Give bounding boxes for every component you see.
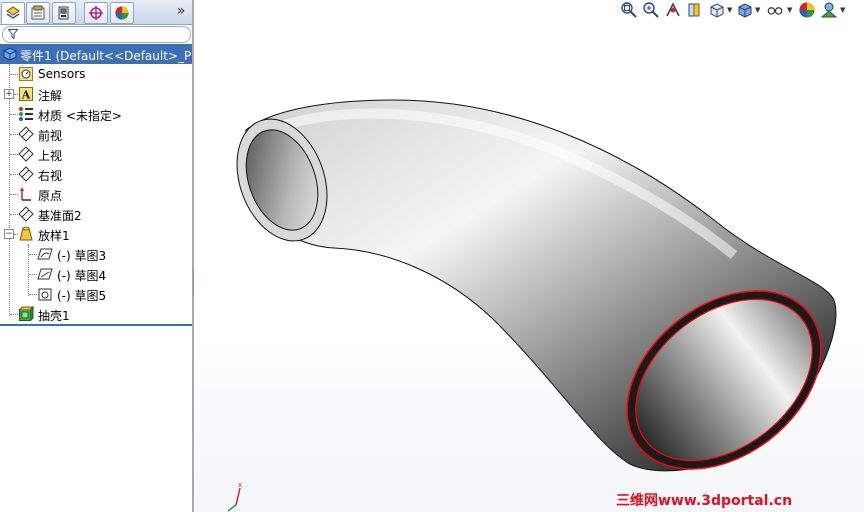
property-sheet-icon — [31, 5, 45, 20]
loft-icon — [19, 226, 33, 241]
tree-item-label: Sensors — [38, 67, 86, 81]
display-manager-tab[interactable] — [110, 2, 134, 24]
tree-item-sketch4[interactable]: (-) 草图4 — [37, 264, 187, 284]
tree-item-label: (-) 草图5 — [57, 289, 107, 303]
property-manager-tab[interactable] — [26, 2, 50, 24]
pipe-elbow-model[interactable]: x — [194, 0, 864, 512]
tree-item-label: (-) 草图4 — [57, 269, 107, 283]
part-name: 零件1 (Default<<Default>_Ph — [20, 49, 192, 63]
tree-item-right-plane[interactable]: 右视 — [18, 164, 188, 184]
tree-item-sensors[interactable]: Sensors — [18, 64, 188, 84]
tree-item-annotations[interactable]: A 注解 — [18, 84, 188, 104]
tree-root-part[interactable]: 零件1 (Default<<Default>_Ph — [0, 44, 192, 64]
tree-item-label: 前视 — [38, 129, 63, 143]
plane-icon — [18, 166, 34, 182]
tree-item-top-plane[interactable]: 上视 — [18, 144, 188, 164]
tree-item-label: 放样1 — [38, 229, 70, 243]
tree-item-label: 材质 <未指定> — [38, 109, 122, 123]
origin-icon — [20, 187, 31, 201]
svg-text:x: x — [238, 481, 242, 489]
svg-text:A: A — [21, 89, 31, 102]
tree-connector — [29, 294, 37, 295]
tree-connector — [10, 214, 18, 215]
sketch-icon — [37, 248, 53, 260]
panel-tab-strip: » — [0, 0, 192, 25]
tree-connector — [29, 254, 37, 255]
tree-item-label: (-) 草图3 — [57, 249, 107, 263]
tree-connector — [10, 74, 18, 75]
annotations-icon: A — [19, 87, 33, 102]
tree-item-sketch5[interactable]: (-) 草图5 — [37, 284, 187, 304]
filter-icon — [8, 29, 18, 39]
tree-item-label: 上视 — [38, 149, 63, 163]
material-icon — [19, 107, 33, 121]
tree-connector — [10, 314, 18, 315]
panel-divider — [0, 324, 192, 326]
more-tabs-button[interactable]: » — [173, 3, 189, 19]
tree-filter-input[interactable] — [2, 26, 191, 43]
sketch-icon — [38, 288, 52, 301]
plane-icon — [18, 146, 34, 162]
tree-connector — [10, 194, 18, 195]
tree-item-loft1[interactable]: 放样1 — [18, 224, 188, 244]
tree-connector — [10, 134, 18, 135]
sensors-icon — [19, 67, 33, 81]
tree-item-label: 右视 — [38, 169, 63, 183]
feature-manager-panel: » 零件1 (Default<<Default>_Ph Sensors + A — [0, 0, 192, 512]
tree-item-shell1[interactable]: 抽壳1 — [18, 304, 188, 324]
tree-item-front-plane[interactable]: 前视 — [18, 124, 188, 144]
configuration-icon — [58, 6, 69, 20]
plane-icon — [18, 206, 34, 222]
tree-item-label: 抽壳1 — [38, 309, 70, 323]
tree-connector — [28, 244, 29, 296]
collapse-toggle[interactable]: − — [4, 229, 14, 239]
tree-item-material[interactable]: 材质 <未指定> — [18, 104, 188, 124]
dimxpert-tab[interactable] — [84, 2, 108, 24]
configuration-manager-tab[interactable] — [52, 2, 76, 24]
sketch-icon — [37, 268, 53, 280]
feature-manager-tab[interactable] — [1, 2, 25, 24]
feature-tree-icon — [6, 6, 20, 19]
expand-toggle[interactable]: + — [4, 89, 14, 99]
tree-connector — [29, 274, 37, 275]
tree-item-plane2[interactable]: 基准面2 — [18, 204, 188, 224]
reference-triad: x — [227, 481, 242, 512]
tree-connector — [10, 154, 18, 155]
color-wheel-icon — [115, 6, 129, 20]
tree-connector — [9, 64, 10, 316]
part-icon — [3, 47, 17, 61]
watermark-text: 三维网www.3dportal.cn — [616, 493, 793, 509]
tree-connector — [10, 114, 18, 115]
shell-icon — [19, 306, 34, 321]
plane-icon — [18, 126, 34, 142]
tree-item-label: 注解 — [38, 89, 63, 103]
graphics-area[interactable]: ▼ ▼ ▼ ▼ x 三维网www.3dportal.cn — [194, 0, 864, 512]
tree-item-label: 原点 — [38, 189, 63, 203]
crosshair-icon — [89, 6, 103, 20]
tree-item-sketch3[interactable]: (-) 草图3 — [37, 244, 187, 264]
tree-item-origin[interactable]: 原点 — [18, 184, 188, 204]
tree-item-label: 基准面2 — [38, 209, 82, 223]
tree-connector — [10, 174, 18, 175]
